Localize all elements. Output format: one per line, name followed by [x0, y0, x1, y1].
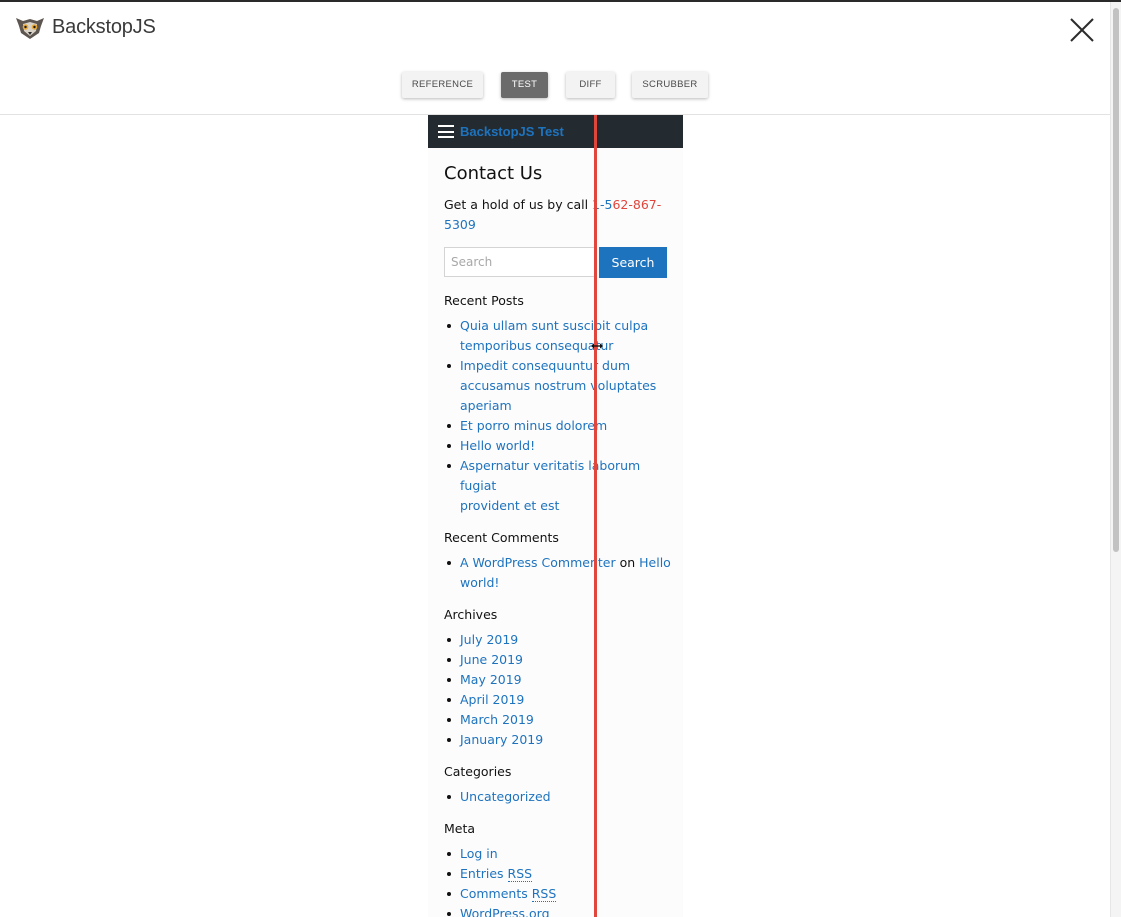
list-item: January 2019	[444, 730, 672, 750]
list-item: May 2019	[444, 670, 672, 690]
recent-comments-title: Recent Comments	[444, 530, 559, 545]
list-item: Et porro minus dolorem	[444, 416, 672, 436]
post-link: Aspernatur veritatis laborum fugiat provi…	[460, 458, 641, 513]
report-header: BackstopJS REFERENCE TEST DIFF SCRUBBER	[0, 2, 1110, 115]
post-link: Et porro minus dolorem	[460, 418, 608, 433]
list-item: A WordPress Commenter on Hello world!	[444, 553, 672, 593]
brand-name: BackstopJS	[52, 16, 156, 38]
post-link: Quia ullam sunt suscipit culpa temporibus…	[460, 318, 649, 353]
list-item: Quia ullam sunt suscipit culpa temporibus…	[444, 316, 672, 356]
page-content: Contact Us Get a hold of us by call 1-56…	[444, 160, 672, 917]
tab-test[interactable]: TEST	[501, 72, 548, 98]
meta-title: Meta	[444, 821, 476, 836]
list-item: Log in	[444, 844, 672, 864]
list-item: Hello world!	[444, 436, 672, 456]
recent-comments-list: A WordPress Commenter on Hello world!	[444, 553, 672, 593]
page-title: Contact Us	[444, 163, 543, 184]
list-item: Uncategorized	[444, 787, 672, 807]
list-item: July 2019	[444, 630, 672, 650]
comment-on-text: on	[615, 555, 640, 570]
recent-posts-list: Quia ullam sunt suscipit culpa temporibus…	[444, 316, 672, 516]
meta-list: Log in Entries RSS Comments RSS WordPres…	[444, 844, 672, 917]
list-item: March 2019	[444, 710, 672, 730]
categories-title: Categories	[444, 764, 512, 779]
screenshot-viewer: BackstopJS Test Contact Us Get a hold of…	[0, 115, 1110, 917]
lemur-logo-icon	[16, 18, 44, 39]
close-icon[interactable]	[1068, 16, 1096, 44]
scrollbar-thumb[interactable]	[1113, 8, 1119, 552]
list-item: April 2019	[444, 690, 672, 710]
scrubber-divider[interactable]	[594, 115, 597, 917]
categories-list: Uncategorized	[444, 787, 672, 807]
hamburger-icon	[438, 125, 454, 138]
search-button[interactable]: Search	[599, 247, 667, 278]
list-item: Aspernatur veritatis laborum fugiat provi…	[444, 456, 672, 516]
contact-text: Get a hold of us by call 1-562-867- 5309	[444, 195, 672, 235]
list-item: WordPress.org	[444, 904, 672, 917]
list-item: June 2019	[444, 650, 672, 670]
post-link: Hello world!	[460, 438, 536, 453]
list-item: Entries RSS	[444, 864, 672, 884]
tab-reference[interactable]: REFERENCE	[402, 72, 483, 98]
page-scrollbar[interactable]	[1110, 2, 1121, 917]
post-link: Impedit consequuntur dum accusamus nostru…	[460, 358, 657, 413]
archives-title: Archives	[444, 607, 498, 622]
resize-horizontal-icon[interactable]	[590, 341, 604, 351]
tab-diff[interactable]: DIFF	[566, 72, 615, 98]
list-item: Comments RSS	[444, 884, 672, 904]
test-screenshot: BackstopJS Test Contact Us Get a hold of…	[428, 115, 683, 917]
comment-author-link: A WordPress Commenter	[460, 555, 616, 570]
search-input[interactable]	[444, 247, 595, 277]
contact-intro: Get a hold of us by call	[444, 197, 593, 212]
archives-list: July 2019 June 2019 May 2019 April 2019 …	[444, 630, 672, 750]
search-form: Search	[444, 247, 672, 279]
tab-scrubber[interactable]: SCRUBBER	[632, 72, 708, 98]
site-navbar: BackstopJS Test	[428, 115, 683, 148]
list-item: Impedit consequuntur dum accusamus nostru…	[444, 356, 672, 416]
site-title: BackstopJS Test	[460, 124, 564, 139]
recent-posts-title: Recent Posts	[444, 293, 524, 308]
